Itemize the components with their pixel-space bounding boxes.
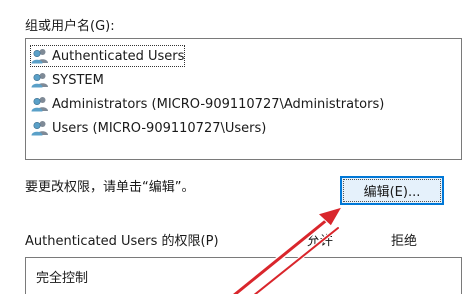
permissions-dialog: 组或用户名(G): Authenticated Users SYSTEM Adm… (0, 0, 474, 294)
deny-column-header: 拒绝 (391, 234, 418, 249)
list-item[interactable]: Authenticated Users (29, 45, 186, 67)
list-item[interactable]: Administrators (MICRO-909110727\Administ… (31, 94, 384, 114)
list-item-label: Authenticated Users (52, 48, 185, 64)
users-group-icon (31, 120, 49, 136)
list-item-label: Administrators (MICRO-909110727\Administ… (52, 96, 385, 112)
list-item-label: Users (MICRO-909110727\Users) (52, 120, 267, 136)
users-listbox[interactable]: Authenticated Users SYSTEM Administrator… (25, 38, 462, 160)
permission-row-label: 完全控制 (36, 271, 89, 286)
allow-column-header: 允许 (307, 234, 334, 249)
users-group-icon (31, 96, 49, 112)
users-group-icon (31, 72, 49, 88)
list-item-label: SYSTEM (52, 72, 104, 88)
users-group-icon (31, 48, 49, 64)
change-permissions-hint: 要更改权限，请单击“编辑”。 (25, 180, 195, 195)
list-item[interactable]: SYSTEM (31, 70, 104, 90)
edit-button-label: 编辑(E)... (343, 179, 441, 202)
edit-button[interactable]: 编辑(E)... (340, 176, 444, 205)
permissions-for-label: Authenticated Users 的权限(P) (25, 234, 219, 249)
permissions-list: 完全控制 (25, 257, 462, 294)
list-item[interactable]: Users (MICRO-909110727\Users) (31, 118, 266, 138)
group-or-user-names-label: 组或用户名(G): (25, 19, 115, 34)
